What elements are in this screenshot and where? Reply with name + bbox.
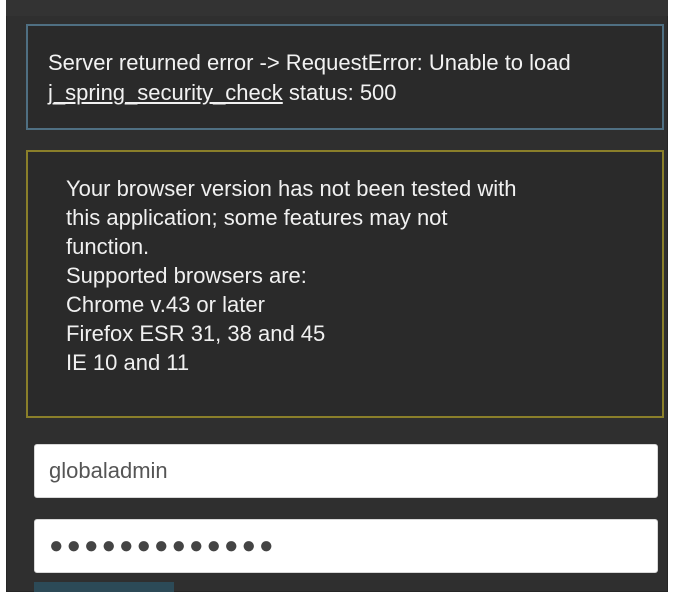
error-message-prefix: Server returned error -> RequestError: U… xyxy=(48,50,571,75)
supported-browser-firefox: Firefox ESR 31, 38 and 45 xyxy=(66,321,326,346)
error-message-box: Server returned error -> RequestError: U… xyxy=(26,24,664,130)
browser-warning-box: Your browser version has not been tested… xyxy=(26,150,664,418)
login-panel: Server returned error -> RequestError: U… xyxy=(6,0,668,592)
warning-line: Your browser version has not been tested… xyxy=(66,176,517,201)
submit-button-edge[interactable] xyxy=(34,582,174,592)
supported-browsers-heading: Supported browsers are: xyxy=(66,263,307,288)
warning-line: this application; some features may not xyxy=(66,205,448,230)
supported-browser-chrome: Chrome v.43 or later xyxy=(66,292,265,317)
error-message-link: j_spring_security_check xyxy=(48,80,283,105)
warning-line: function. xyxy=(66,234,150,259)
password-field[interactable] xyxy=(34,519,658,573)
error-message-suffix: status: 500 xyxy=(282,80,397,105)
supported-browser-ie: IE 10 and 11 xyxy=(66,350,190,375)
username-field[interactable] xyxy=(34,444,658,498)
panel-top-strip xyxy=(6,0,668,16)
